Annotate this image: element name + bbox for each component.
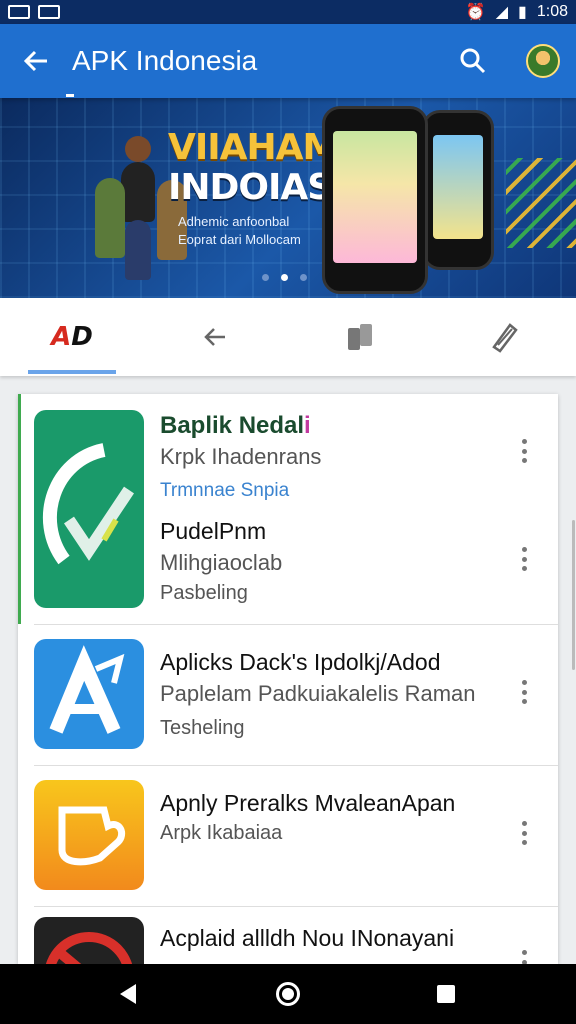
system-nav-bar	[0, 964, 576, 1024]
carousel-dots	[262, 274, 307, 281]
scrollbar[interactable]	[572, 520, 575, 670]
page-title: APK Indonesia	[65, 45, 258, 97]
status-bar: ⏰ ◢ ▮ 1:08	[0, 0, 576, 24]
app-list: Baplik Nedali Krpk Ihadenrans Trmnnae Sn…	[18, 394, 558, 964]
app-icon	[34, 639, 144, 749]
tab-edit[interactable]	[432, 298, 576, 376]
overflow-menu-icon[interactable]	[514, 544, 534, 574]
nav-back-icon[interactable]	[120, 984, 136, 1004]
documents-icon	[348, 324, 372, 350]
app-name: Baplik Nedali	[160, 412, 311, 440]
list-item[interactable]: Aplicks Dack's Ipdolkj/Adod Paplelam Pad…	[18, 625, 558, 765]
promo-banner[interactable]: VIIAHAMNI INDOIASIA Adhemic anfoonbal Eo…	[0, 98, 576, 298]
checkmark-logo-icon	[42, 443, 134, 565]
avatar[interactable]	[526, 44, 560, 78]
app-developer: Krpk Ihadenrans	[160, 444, 322, 469]
signal-icon: ◢	[495, 4, 509, 21]
nav-recents-icon[interactable]	[437, 985, 455, 1003]
app-name: Apnly Preralks MvaleanApan	[160, 790, 456, 816]
app-bar: APK Indonesia	[0, 24, 576, 98]
carousel-dot[interactable]	[262, 274, 269, 281]
search-icon	[460, 48, 486, 74]
tab-back[interactable]	[144, 298, 288, 376]
battery-icon: ▮	[518, 4, 527, 21]
letter-a-logo-icon	[49, 645, 125, 734]
list-item[interactable]: Baplik Nedali Krpk Ihadenrans Trmnnae Sn…	[18, 394, 558, 624]
app-title-secondary: PudelPnm	[160, 518, 267, 544]
overflow-menu-icon[interactable]	[514, 677, 534, 707]
arrow-left-icon	[204, 328, 225, 346]
tab-brand[interactable]: AD	[0, 298, 144, 376]
banner-phone-front	[322, 106, 428, 294]
search-button[interactable]	[452, 40, 494, 82]
app-developer: Paplelam Padkuiakalelis Raman	[160, 681, 476, 706]
app-icon	[34, 410, 144, 608]
app-icon	[34, 780, 144, 890]
no-entry-icon	[45, 932, 133, 964]
overflow-menu-icon[interactable]	[514, 947, 534, 964]
app-subtitle-secondary: Mlihgiaoclab	[160, 550, 283, 575]
pencil-icon	[492, 323, 518, 353]
banner-subtitle: Adhemic anfoonbal Eoprat dari Mollocam	[178, 213, 301, 249]
gallery-notification-icon	[38, 5, 60, 19]
nav-home-icon[interactable]	[276, 982, 300, 1006]
brand-logo-a: A	[51, 322, 72, 352]
alarm-icon: ⏰	[465, 4, 486, 21]
banner-phone-back	[422, 110, 494, 270]
carousel-dot-active[interactable]	[281, 274, 288, 281]
app-icon	[34, 917, 144, 964]
tab-docs[interactable]	[288, 298, 432, 376]
list-item[interactable]: Acplaid allldh Nou INonayani	[18, 907, 558, 964]
back-button[interactable]	[0, 24, 72, 98]
list-item[interactable]: Apnly Preralks MvaleanApan Arpk Ikabaiaa	[18, 766, 558, 906]
banner-subtitle-line1: Adhemic anfoonbal	[178, 214, 290, 229]
tab-bar: AD	[0, 298, 576, 376]
app-name: Acplaid allldh Nou INonayani	[160, 925, 455, 951]
carousel-dot[interactable]	[300, 274, 307, 281]
app-status: Tesheling	[160, 717, 245, 739]
overflow-menu-icon[interactable]	[514, 436, 534, 466]
app-name-text: Baplik Nedal	[160, 412, 305, 439]
app-category[interactable]: Trmnnae Snpia	[160, 480, 289, 502]
status-time: 1:08	[536, 3, 568, 20]
decorative-stripes	[506, 158, 576, 248]
overflow-menu-icon[interactable]	[514, 818, 534, 848]
app-name: Aplicks Dack's Ipdolkj/Adod	[160, 649, 441, 675]
banner-subtitle-line2: Eoprat dari Mollocam	[178, 232, 301, 247]
app-name-suffix: i	[304, 412, 311, 439]
brand-logo-icon: AD	[51, 322, 93, 352]
app-developer: Arpk Ikabaiaa	[160, 822, 283, 844]
cup-logo-icon	[58, 806, 126, 866]
app-status: Pasbeling	[160, 582, 248, 604]
arrow-left-icon	[23, 50, 47, 72]
brand-logo-d: D	[71, 322, 93, 352]
image-notification-icon	[8, 5, 30, 19]
